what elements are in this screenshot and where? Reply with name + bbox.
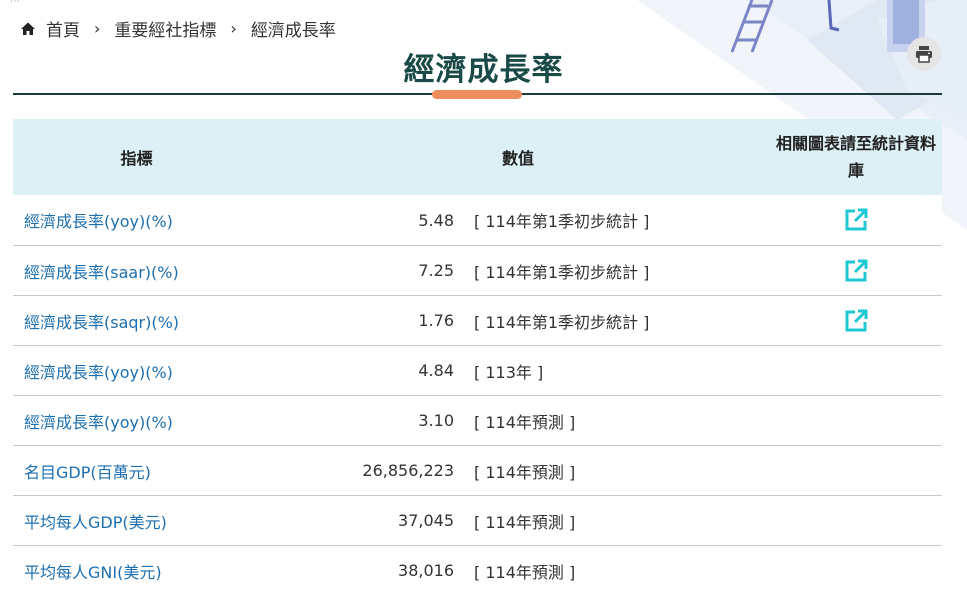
table-row: 經濟成長率(yoy)(%) 5.48[ 114年第1季初步統計 ] bbox=[13, 195, 942, 246]
indicator-name-cell: 經濟成長率(yoy)(%) bbox=[13, 396, 266, 446]
indicator-note: [ 114年預測 ] bbox=[454, 496, 770, 546]
print-button[interactable] bbox=[907, 37, 941, 71]
indicator-name-cell: 經濟成長率(saar)(%) bbox=[13, 246, 266, 296]
table-header-row: 指標 數值 相關圖表請至統計資料庫 bbox=[13, 119, 942, 195]
chart-link-cell bbox=[770, 396, 942, 446]
external-link-icon[interactable] bbox=[843, 258, 869, 284]
indicator-value: 4.84 bbox=[266, 346, 454, 396]
external-link-icon[interactable] bbox=[843, 207, 869, 233]
indicator-name-cell: 經濟成長率(yoy)(%) bbox=[13, 195, 266, 246]
breadcrumb: 首頁 › 重要經社指標 › 經濟成長率 bbox=[20, 16, 350, 41]
indicator-name-cell: 平均每人GNI(美元) bbox=[13, 546, 266, 595]
external-link-icon[interactable] bbox=[843, 308, 869, 334]
indicator-value: 38,016 bbox=[266, 546, 454, 595]
indicator-value: 1.76 bbox=[266, 296, 454, 346]
chart-link-cell bbox=[770, 296, 942, 346]
table-row: 經濟成長率(yoy)(%) 3.10[ 114年預測 ] bbox=[13, 396, 942, 446]
page-title: 經濟成長率 bbox=[0, 44, 967, 89]
table-row: 平均每人GNI(美元) 38,016[ 114年預測 ] bbox=[13, 546, 942, 595]
table-row: 名目GDP(百萬元) 26,856,223[ 114年預測 ] bbox=[13, 446, 942, 496]
table-row: 經濟成長率(saar)(%) 7.25[ 114年第1季初步統計 ] bbox=[13, 246, 942, 296]
table-body: 經濟成長率(yoy)(%)5.48[ 114年第1季初步統計 ]經濟成長率(sa… bbox=[13, 195, 942, 595]
table-row: 經濟成長率(saqr)(%) 1.76[ 114年第1季初步統計 ] bbox=[13, 296, 942, 346]
indicator-name-cell: 名目GDP(百萬元) bbox=[13, 446, 266, 496]
indicator-table: 指標 數值 相關圖表請至統計資料庫 經濟成長率(yoy)(%)5.48[ 114… bbox=[13, 119, 942, 595]
dots-decoration: ⋯ bbox=[10, 0, 21, 7]
chevron-right-icon: › bbox=[230, 19, 236, 38]
indicator-link[interactable]: 平均每人GNI(美元) bbox=[24, 563, 162, 582]
breadcrumb-current: 經濟成長率 bbox=[251, 16, 336, 41]
indicator-note: [ 114年第1季初步統計 ] bbox=[454, 296, 770, 346]
indicator-link[interactable]: 經濟成長率(yoy)(%) bbox=[24, 363, 173, 382]
header-chart-link: 相關圖表請至統計資料庫 bbox=[770, 119, 942, 195]
indicator-name-cell: 經濟成長率(saqr)(%) bbox=[13, 296, 266, 346]
indicator-value: 7.25 bbox=[266, 246, 454, 296]
indicator-value: 3.10 bbox=[266, 396, 454, 446]
indicator-link[interactable]: 名目GDP(百萬元) bbox=[24, 463, 151, 482]
chevron-right-icon: › bbox=[94, 19, 100, 38]
indicator-link[interactable]: 經濟成長率(yoy)(%) bbox=[24, 212, 173, 231]
indicator-note: [ 114年第1季初步統計 ] bbox=[454, 246, 770, 296]
indicator-link[interactable]: 經濟成長率(yoy)(%) bbox=[24, 413, 173, 432]
title-accent-bar bbox=[432, 90, 522, 99]
table-row: 平均每人GDP(美元) 37,045[ 114年預測 ] bbox=[13, 496, 942, 546]
home-icon[interactable] bbox=[20, 21, 36, 37]
indicator-note: [ 114年預測 ] bbox=[454, 546, 770, 595]
indicator-link[interactable]: 經濟成長率(saqr)(%) bbox=[24, 313, 179, 332]
indicator-value: 5.48 bbox=[266, 195, 454, 246]
chart-link-cell bbox=[770, 546, 942, 595]
indicator-link[interactable]: 平均每人GDP(美元) bbox=[24, 513, 167, 532]
indicator-value: 26,856,223 bbox=[266, 446, 454, 496]
indicator-link[interactable]: 經濟成長率(saar)(%) bbox=[24, 263, 179, 282]
indicator-note: [ 114年預測 ] bbox=[454, 446, 770, 496]
chart-link-cell bbox=[770, 195, 942, 246]
header-indicator: 指標 bbox=[13, 119, 266, 195]
breadcrumb-indicators[interactable]: 重要經社指標 bbox=[114, 16, 216, 41]
indicator-name-cell: 經濟成長率(yoy)(%) bbox=[13, 346, 266, 396]
chart-link-cell bbox=[770, 246, 942, 296]
indicator-note: [ 114年第1季初步統計 ] bbox=[454, 195, 770, 246]
printer-icon bbox=[914, 44, 934, 64]
header-value: 數值 bbox=[266, 119, 770, 195]
breadcrumb-home[interactable]: 首頁 bbox=[46, 16, 80, 41]
chart-link-cell bbox=[770, 496, 942, 546]
indicator-note: [ 114年預測 ] bbox=[454, 396, 770, 446]
indicator-note: [ 113年 ] bbox=[454, 346, 770, 396]
indicator-value: 37,045 bbox=[266, 496, 454, 546]
table-row: 經濟成長率(yoy)(%) 4.84[ 113年 ] bbox=[13, 346, 942, 396]
indicator-name-cell: 平均每人GDP(美元) bbox=[13, 496, 266, 546]
chart-link-cell bbox=[770, 346, 942, 396]
chart-link-cell bbox=[770, 446, 942, 496]
